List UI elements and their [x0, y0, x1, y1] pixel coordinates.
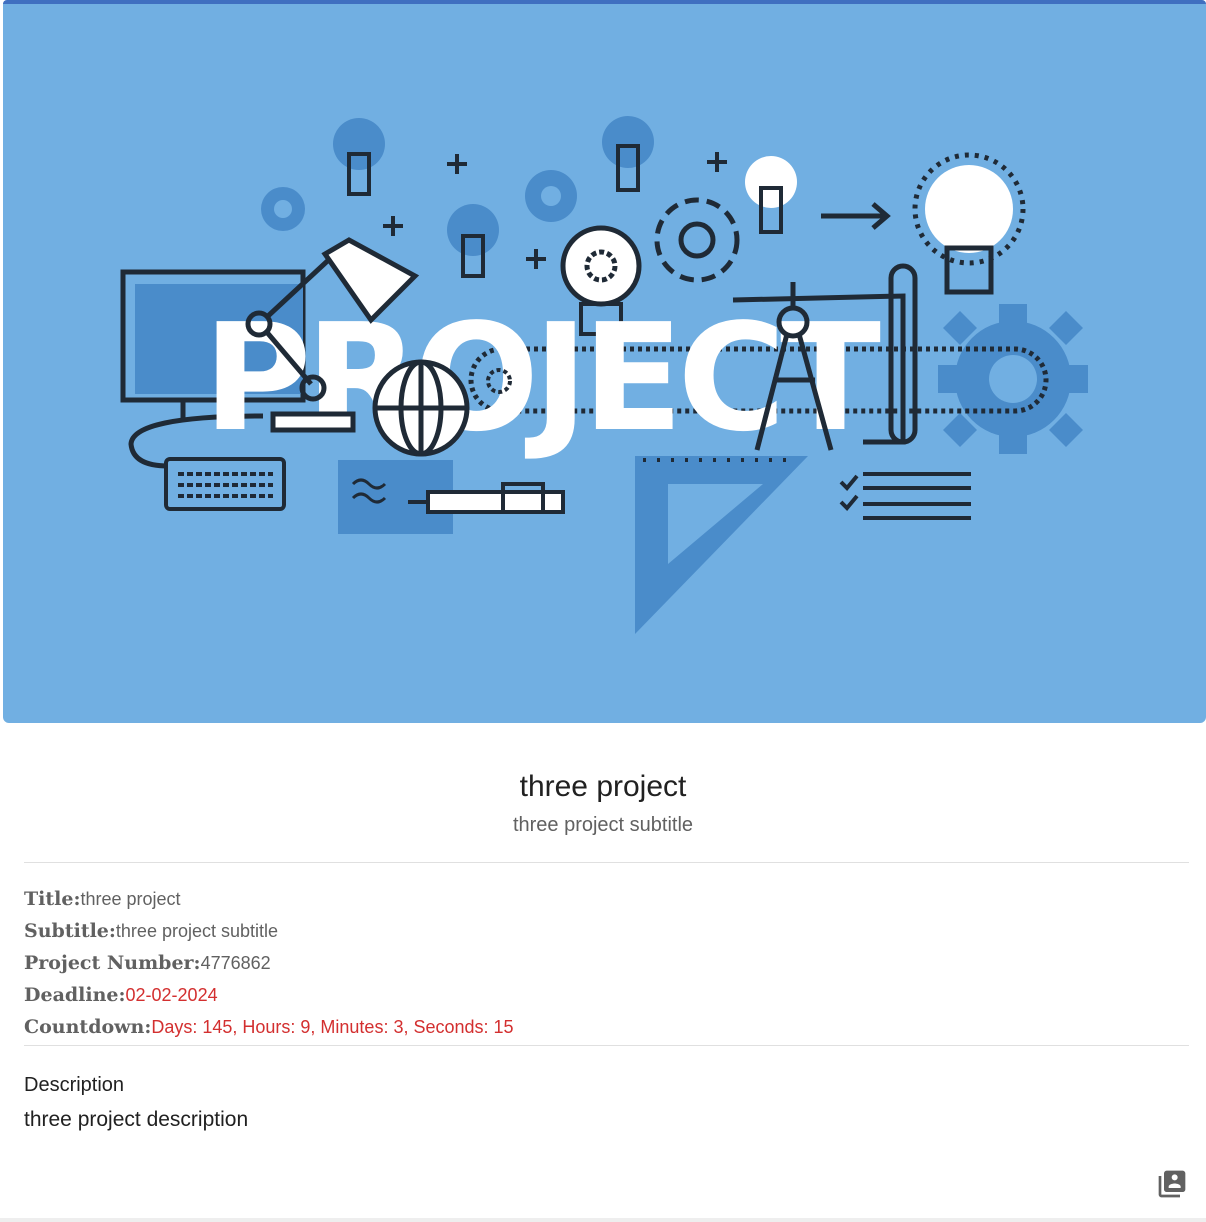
detail-project-number-value: 4776862 — [200, 953, 271, 973]
detail-countdown-label: Countdown: — [24, 1016, 152, 1038]
account-box-multiple-button[interactable] — [1156, 1168, 1188, 1200]
compass-icon — [732, 263, 918, 451]
detail-deadline: Deadline:02-02-2024 — [24, 984, 218, 1006]
card-subtitle: three project subtitle — [512, 814, 694, 836]
detail-subtitle-value: three project subtitle — [115, 921, 279, 941]
hero-banner: PROJECT — [3, 0, 1206, 723]
account-box-multiple-icon — [1158, 1170, 1186, 1198]
project-card: PROJECT three project three project subt… — [0, 0, 1206, 1222]
detail-countdown: Countdown:Days: 145, Hours: 9, Minutes: … — [24, 1016, 514, 1038]
description-heading: Description — [24, 1074, 125, 1096]
globe-icon — [372, 359, 470, 457]
detail-project-number-label: Project Number: — [24, 952, 201, 974]
description-text: three project description — [24, 1108, 249, 1131]
hero-overlay — [245, 237, 918, 457]
detail-deadline-value: 02-02-2024 — [125, 985, 218, 1005]
detail-title: Title:three project — [24, 888, 181, 910]
detail-title-label: Title: — [24, 888, 81, 910]
detail-subtitle: Subtitle:three project subtitle — [24, 920, 278, 942]
detail-deadline-label: Deadline: — [24, 984, 126, 1006]
card-title: three project — [519, 770, 687, 803]
detail-project-number: Project Number:4776862 — [24, 952, 271, 974]
detail-countdown-value: Days: 145, Hours: 9, Minutes: 3, Seconds… — [151, 1017, 514, 1037]
divider-top — [24, 862, 1189, 863]
divider-bottom — [24, 1045, 1189, 1046]
cog-small-icon — [486, 368, 512, 394]
detail-title-value: three project — [80, 889, 181, 909]
detail-subtitle-label: Subtitle: — [24, 920, 116, 942]
